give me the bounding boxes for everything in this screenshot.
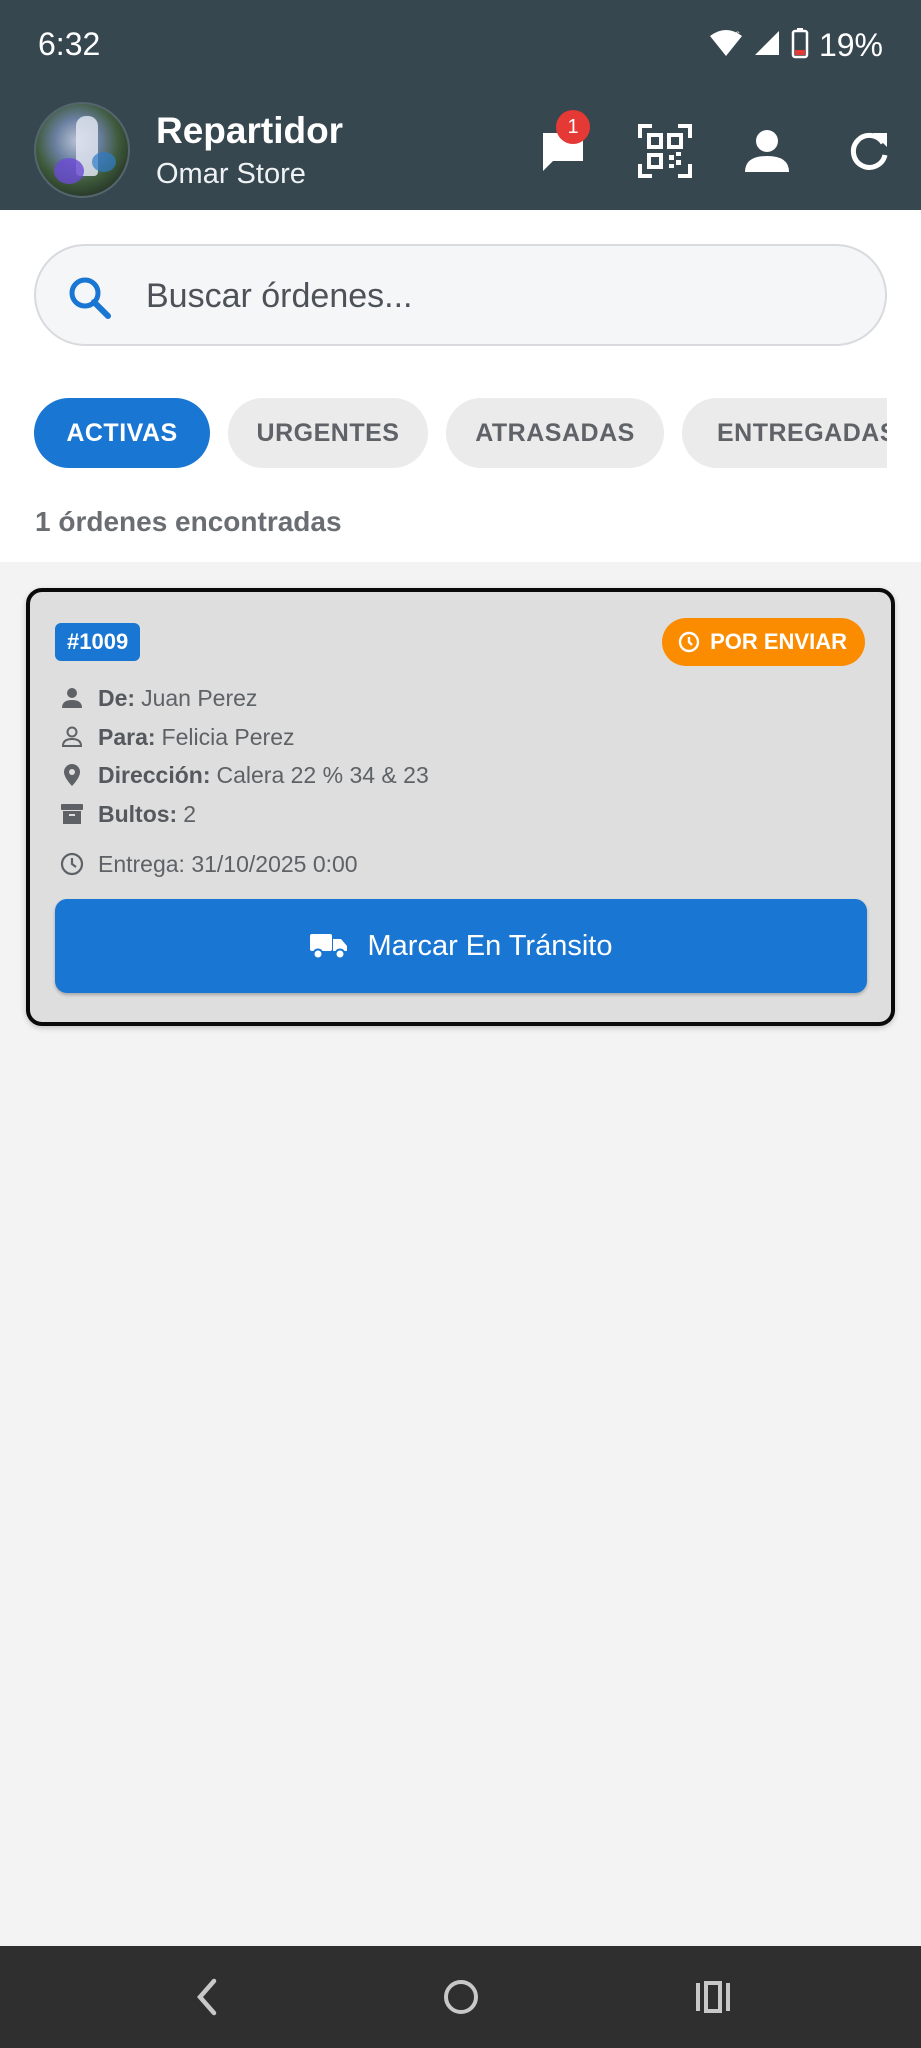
address-label: Dirección:	[98, 761, 211, 788]
recents-icon	[696, 1981, 730, 2013]
location-pin-icon	[58, 761, 86, 789]
order-address-row: Dirección: Calera 22 % 34 & 23	[58, 758, 429, 792]
tab-atrasadas[interactable]: ATRASADAS	[446, 398, 664, 468]
status-badge: POR ENVIAR	[662, 618, 865, 666]
page-title: Repartidor	[156, 110, 344, 151]
back-button[interactable]	[182, 1972, 232, 2022]
status-bar: 6:32 6 19%	[0, 0, 921, 90]
order-delivery-row: Entrega: 31/10/2025 0:00	[58, 847, 358, 881]
refresh-icon	[850, 132, 888, 170]
home-icon	[444, 1980, 478, 2014]
clock-icon	[678, 631, 700, 653]
address-value: Calera 22 % 34 & 23	[216, 761, 429, 788]
order-from-row: De: Juan Perez	[58, 681, 257, 715]
toolbar: Repartidor Omar Store 1	[0, 92, 921, 210]
packages-label: Bultos:	[98, 800, 178, 827]
search-bar[interactable]	[34, 244, 887, 346]
order-packages-row: Bultos: 2	[58, 797, 196, 831]
truck-icon	[309, 934, 347, 960]
refresh-button[interactable]	[840, 122, 898, 180]
store-name: Omar Store	[156, 158, 306, 190]
profile-button[interactable]	[738, 122, 796, 180]
filter-section: ACTIVAS URGENTES ATRASADAS ENTREGADAS 1 …	[0, 210, 921, 562]
results-count: 1 órdenes encontradas	[35, 506, 342, 537]
clock-icon	[58, 850, 86, 878]
status-time: 6:32	[38, 26, 101, 62]
search-input[interactable]	[146, 268, 846, 324]
order-id-badge: #1009	[55, 623, 141, 661]
to-value: Felicia Perez	[161, 723, 295, 750]
home-button[interactable]	[436, 1972, 486, 2022]
person-icon	[745, 130, 789, 172]
status-icons: 6 19%	[709, 24, 883, 66]
battery-icon	[791, 27, 809, 64]
packages-value: 2	[183, 800, 197, 827]
order-to-row: Para: Felicia Perez	[58, 720, 294, 754]
svg-text:6: 6	[735, 30, 740, 40]
tab-urgentes[interactable]: URGENTES	[228, 398, 428, 468]
order-card[interactable]: #1009 POR ENVIAR De: Juan Perez Para: Fe…	[26, 588, 895, 1026]
tab-entregadas[interactable]: ENTREGADAS	[682, 398, 887, 468]
system-nav-bar	[0, 1946, 921, 2048]
avatar[interactable]	[34, 102, 130, 198]
to-label: Para:	[98, 723, 156, 750]
filter-tabs: ACTIVAS URGENTES ATRASADAS ENTREGADAS	[34, 398, 887, 470]
battery-percentage: 19%	[818, 26, 883, 63]
person-icon	[58, 684, 86, 712]
back-icon	[197, 1978, 217, 2016]
qr-code-icon	[638, 124, 692, 178]
mark-in-transit-button[interactable]: Marcar En Tránsito	[55, 899, 867, 993]
notification-badge: 1	[556, 110, 590, 144]
recents-button[interactable]	[688, 1972, 738, 2022]
status-label: POR ENVIAR	[710, 629, 847, 654]
app-bar: 6:32 6 19% Repartidor Omar Store 1	[0, 0, 921, 210]
delivery-datetime: Entrega: 31/10/2025 0:00	[98, 850, 358, 877]
archive-box-icon	[58, 800, 86, 828]
from-label: De:	[98, 684, 136, 711]
person-outline-icon	[58, 723, 86, 751]
chat-button[interactable]: 1	[534, 110, 592, 180]
qr-scan-button[interactable]	[636, 122, 694, 180]
wifi-icon: 6	[709, 28, 743, 63]
search-icon	[69, 277, 111, 319]
tab-activas[interactable]: ACTIVAS	[34, 398, 210, 468]
action-label: Marcar En Tránsito	[367, 929, 613, 962]
signal-icon	[753, 29, 781, 62]
from-value: Juan Perez	[141, 684, 258, 711]
